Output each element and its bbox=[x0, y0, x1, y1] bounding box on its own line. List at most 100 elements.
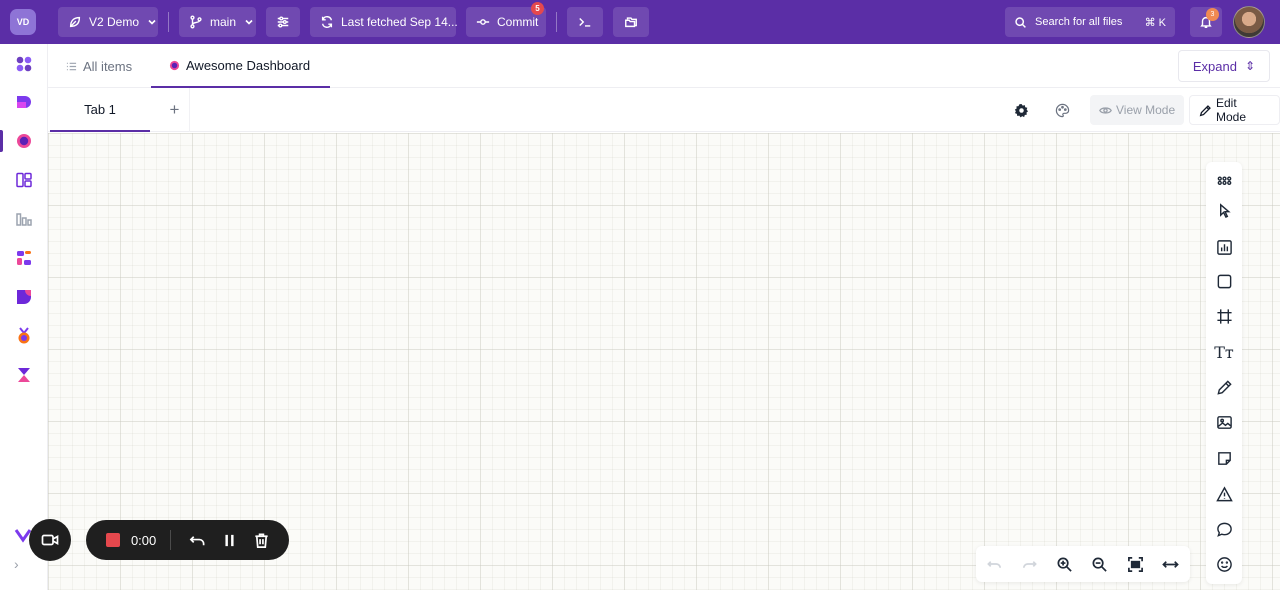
tool-comment[interactable] bbox=[1206, 514, 1242, 544]
tool-frame[interactable] bbox=[1206, 301, 1242, 331]
commit-button[interactable]: Commit 5 bbox=[466, 2, 546, 37]
undo-button[interactable] bbox=[979, 549, 1009, 579]
model-icon bbox=[17, 290, 31, 304]
folders-icon bbox=[624, 15, 638, 29]
palette-icon bbox=[1055, 103, 1069, 117]
tool-rectangle[interactable] bbox=[1206, 266, 1242, 296]
redo-button[interactable] bbox=[1014, 549, 1044, 579]
tool-palette: Tт bbox=[1206, 162, 1242, 584]
search-label: Search for all files bbox=[1035, 16, 1123, 28]
rail-item-dashboard[interactable] bbox=[0, 124, 48, 158]
zoom-in-icon bbox=[1057, 557, 1072, 572]
fit-width-button[interactable] bbox=[1155, 549, 1185, 579]
add-tab-button[interactable]: + bbox=[160, 88, 190, 132]
redo-icon bbox=[1022, 560, 1037, 568]
search-bar[interactable]: Search for all files ⌘ K bbox=[1005, 7, 1175, 37]
branch-label: main bbox=[210, 15, 237, 29]
tool-apps[interactable] bbox=[1206, 165, 1242, 195]
dashboard-icon bbox=[17, 134, 31, 148]
dashboard-tab-label: Awesome Dashboard bbox=[186, 57, 311, 73]
search-icon bbox=[1015, 16, 1026, 28]
stop-recording-button[interactable] bbox=[106, 533, 120, 547]
document-tab-bar: All items Awesome Dashboard Expand ⇕ bbox=[48, 44, 1280, 88]
sticky-note-icon bbox=[1217, 451, 1231, 465]
pause-recording-button[interactable] bbox=[213, 524, 245, 556]
fit-width-icon bbox=[1161, 560, 1179, 568]
search-shortcut: ⌘ K bbox=[1144, 16, 1166, 29]
workspace-avatar[interactable]: VD bbox=[10, 9, 36, 35]
data-icon bbox=[17, 96, 31, 108]
rail-item-data[interactable] bbox=[0, 85, 48, 119]
commit-count-badge: 5 bbox=[531, 2, 544, 15]
rail-item-apps[interactable] bbox=[0, 47, 48, 81]
leaf-icon bbox=[68, 15, 82, 29]
sliders-icon bbox=[276, 15, 290, 29]
project-selector[interactable]: V2 Demo bbox=[58, 7, 158, 37]
notification-badge: 3 bbox=[1206, 8, 1219, 21]
chevron-down-icon bbox=[244, 17, 254, 27]
tool-image[interactable] bbox=[1206, 407, 1242, 437]
expand-label: Expand bbox=[1192, 58, 1237, 74]
trash-icon bbox=[254, 533, 268, 548]
settings-button[interactable] bbox=[1011, 100, 1031, 120]
delete-recording-button[interactable] bbox=[245, 524, 277, 556]
tool-alert[interactable] bbox=[1206, 479, 1242, 509]
top-bar: VD V2 Demo main Last fetched Sep 14... C… bbox=[0, 0, 1280, 44]
tool-sticky-note[interactable] bbox=[1206, 443, 1242, 473]
frame-icon bbox=[1216, 308, 1232, 324]
comment-icon bbox=[1216, 522, 1232, 537]
theme-button[interactable] bbox=[1052, 100, 1072, 120]
zoom-in-button[interactable] bbox=[1049, 549, 1079, 579]
fit-screen-button[interactable] bbox=[1120, 549, 1150, 579]
tool-text[interactable]: Tт bbox=[1206, 337, 1242, 367]
image-icon bbox=[1216, 415, 1232, 429]
edit-mode-button[interactable]: Edit Mode bbox=[1189, 95, 1280, 125]
rail-item-award[interactable] bbox=[0, 319, 48, 353]
filters-button[interactable] bbox=[266, 7, 300, 37]
pencil-icon bbox=[1199, 104, 1211, 116]
tab-all-items[interactable]: All items bbox=[48, 44, 150, 88]
expand-arrows-icon: ⇕ bbox=[1244, 59, 1255, 73]
warning-icon bbox=[1215, 485, 1233, 501]
apps-icon bbox=[16, 56, 32, 72]
divider bbox=[170, 530, 172, 550]
tab-1[interactable]: Tab 1 bbox=[50, 88, 150, 132]
fetch-label: Last fetched Sep 14... bbox=[341, 15, 458, 29]
user-avatar[interactable] bbox=[1233, 6, 1265, 38]
rail-item-layout[interactable] bbox=[0, 163, 48, 197]
restart-recording-button[interactable] bbox=[181, 524, 213, 556]
rail-item-hourglass[interactable] bbox=[0, 358, 48, 392]
pencil-icon bbox=[1216, 379, 1232, 395]
rail-item-charts[interactable] bbox=[0, 202, 48, 236]
camera-toggle-button[interactable] bbox=[29, 519, 71, 561]
view-mode-button[interactable]: View Mode bbox=[1090, 95, 1185, 125]
hourglass-icon bbox=[18, 368, 30, 382]
commit-label: Commit bbox=[497, 15, 539, 29]
tool-chart[interactable] bbox=[1206, 232, 1242, 262]
rail-item-transform[interactable] bbox=[0, 241, 48, 275]
rail-item-model[interactable] bbox=[0, 280, 48, 314]
expand-rail-chevron-icon[interactable]: › bbox=[14, 556, 19, 572]
chart-icon bbox=[1216, 239, 1232, 255]
notifications-button[interactable]: 3 bbox=[1190, 7, 1222, 37]
zoom-out-icon bbox=[1092, 557, 1107, 572]
terminal-icon bbox=[578, 15, 592, 29]
undo-icon bbox=[986, 560, 1001, 568]
edit-mode-label: Edit Mode bbox=[1216, 96, 1247, 124]
tool-pencil[interactable] bbox=[1206, 372, 1242, 402]
video-camera-icon bbox=[41, 534, 59, 546]
pointer-icon bbox=[1219, 202, 1231, 218]
expand-button[interactable]: Expand ⇕ bbox=[1177, 50, 1270, 82]
terminal-button[interactable] bbox=[567, 7, 603, 37]
rectangle-icon bbox=[1217, 274, 1231, 288]
folders-button[interactable] bbox=[613, 7, 649, 37]
fetch-button[interactable]: Last fetched Sep 14... bbox=[310, 7, 458, 37]
tool-select[interactable] bbox=[1206, 195, 1242, 225]
branch-selector[interactable]: main bbox=[179, 7, 256, 37]
grid-dots-icon bbox=[1217, 175, 1231, 185]
zoom-toolbar bbox=[976, 546, 1190, 582]
zoom-out-button[interactable] bbox=[1084, 549, 1114, 579]
text-icon: Tт bbox=[1214, 342, 1234, 362]
tool-emoji[interactable] bbox=[1206, 549, 1242, 579]
tab-awesome-dashboard[interactable]: Awesome Dashboard bbox=[151, 44, 330, 88]
